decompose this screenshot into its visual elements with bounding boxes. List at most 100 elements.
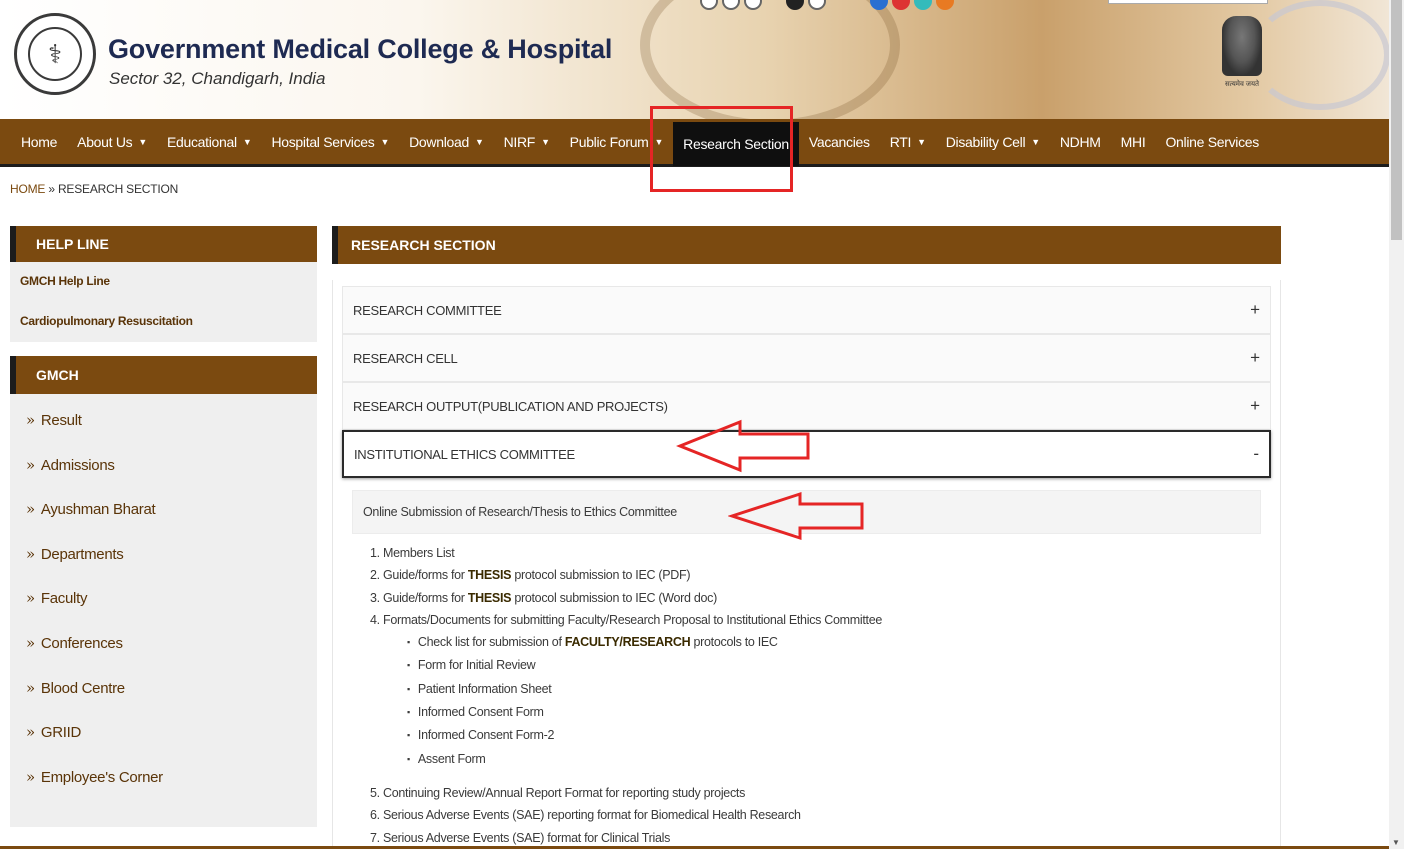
nav-item-label: RTI <box>889 133 912 150</box>
sidebar-item-ayushman-bharat[interactable]: » Ayushman Bharat <box>10 497 317 542</box>
theme-red-icon[interactable] <box>892 0 910 10</box>
sidebar-item-blood-centre[interactable]: » Blood Centre <box>10 676 317 721</box>
annotation-arrow-iec <box>676 419 810 473</box>
nav-item-hospital-services[interactable]: Hospital Services ▼ <box>261 118 399 166</box>
thesis-pdf-link[interactable]: 2. Guide/forms for THESIS protocol submi… <box>370 564 1271 586</box>
breadcrumb-separator: » <box>45 182 58 196</box>
nav-item-ndhm[interactable]: NDHM <box>1050 118 1111 166</box>
nav-item-label: Disability Cell <box>945 133 1026 150</box>
nav-item-rti[interactable]: RTI ▼ <box>880 118 936 166</box>
plus-icon[interactable]: + <box>1250 348 1260 368</box>
assent-form-link[interactable]: Assent Form <box>407 748 1271 771</box>
consent-form-2-link[interactable]: Informed Consent Form-2 <box>407 724 1271 747</box>
theme-teal-icon[interactable] <box>914 0 932 10</box>
caret-down-icon: ▼ <box>242 136 252 147</box>
plus-icon[interactable]: + <box>1250 300 1260 320</box>
chevron-right-icon: » <box>26 678 35 697</box>
plus-icon[interactable]: + <box>1250 396 1260 416</box>
site-title[interactable]: Government Medical College & Hospital <box>108 34 612 65</box>
patient-info-sheet-link[interactable]: Patient Information Sheet <box>407 678 1271 701</box>
font-size-increase-icon[interactable] <box>744 0 762 10</box>
nav-item-vacancies[interactable]: Vacancies <box>799 118 880 166</box>
helpline-link-gmch[interactable]: GMCH Help Line <box>20 274 307 288</box>
thesis-word-link[interactable]: 3. Guide/forms for THESIS protocol submi… <box>370 587 1271 609</box>
chevron-right-icon: » <box>26 633 35 652</box>
sidebar-item-label: Blood Centre <box>40 679 125 697</box>
nav-item-home[interactable]: Home <box>11 118 67 166</box>
search-input[interactable] <box>1108 0 1268 4</box>
link-text: protocol submission to IEC (PDF) <box>511 568 691 583</box>
theme-blue-icon[interactable] <box>870 0 888 10</box>
sidebar: HELP LINE GMCH Help Line Cardiopulmonary… <box>10 226 317 827</box>
nav-item-online-services[interactable]: Online Services <box>1155 118 1269 166</box>
helpline-link-cpr[interactable]: Cardiopulmonary Resuscitation <box>20 314 307 328</box>
scroll-down-icon[interactable]: ▼ <box>1392 838 1400 847</box>
contrast-light-icon[interactable] <box>808 0 826 10</box>
emblem-motto: सत्यमेव जयते <box>1224 81 1260 88</box>
font-size-reset-icon[interactable] <box>722 0 740 10</box>
caret-down-icon: ▼ <box>917 136 926 147</box>
breadcrumb: HOME » RESEARCH SECTION <box>10 182 178 196</box>
sidebar-item-griid[interactable]: » GRIID <box>10 720 317 765</box>
sidebar-item-label: Ayushman Bharat <box>40 501 156 519</box>
continuing-review-link[interactable]: 5. Continuing Review/Annual Report Forma… <box>370 782 1271 804</box>
sidebar-item-label: GRIID <box>40 724 82 742</box>
nav-item-nirf[interactable]: NIRF ▼ <box>494 118 560 166</box>
gmch-links: » Result » Admissions » Ayushman Bharat » De… <box>10 394 317 827</box>
caduceus-icon: ⚕ <box>28 27 82 81</box>
nav-item-educational[interactable]: Educational ▼ <box>157 118 261 166</box>
sae-biomedical-link[interactable]: 6. Serious Adverse Events (SAE) reportin… <box>370 804 1271 826</box>
site-header: ⚕ Government Medical College & Hospital … <box>0 0 1389 119</box>
iec-document-list: 1. Members List 2. Guide/forms for THESI… <box>342 542 1271 849</box>
nav-item-about-us[interactable]: About Us ▼ <box>67 118 157 166</box>
faculty-formats-list: Check list for submission of FACULTY/RES… <box>370 631 1271 771</box>
nav-item-label: Download <box>409 133 469 150</box>
nav-item-download[interactable]: Download ▼ <box>399 118 493 166</box>
stethoscope-decor <box>1250 0 1389 110</box>
link-text: protocol submission to IEC (Word doc) <box>511 590 717 605</box>
sidebar-item-employees-corner[interactable]: » Employee's Corner <box>10 765 317 810</box>
chevron-right-icon: » <box>26 767 35 786</box>
sidebar-item-label: Conferences <box>40 634 123 652</box>
scrollbar-thumb[interactable] <box>1391 0 1402 240</box>
faculty-formats-heading: 4. Formats/Documents for submitting Facu… <box>370 612 882 627</box>
theme-orange-icon[interactable] <box>936 0 954 10</box>
accordion-panel: RESEARCH COMMITTEE + RESEARCH CELL + RES… <box>332 280 1281 849</box>
initial-review-form-link[interactable]: Form for Initial Review <box>407 654 1271 677</box>
college-logo[interactable]: ⚕ <box>14 13 96 95</box>
accordion-research-cell[interactable]: RESEARCH CELL + <box>342 334 1271 382</box>
members-list-link[interactable]: 1. Members List <box>370 542 1271 564</box>
sidebar-item-faculty[interactable]: » Faculty <box>10 586 317 631</box>
checklist-link[interactable]: Check list for submission of FACULTY/RES… <box>407 631 1271 654</box>
nav-item-label: Educational <box>166 133 237 150</box>
nav-item-label: NDHM <box>1059 133 1101 150</box>
breadcrumb-current: RESEARCH SECTION <box>57 182 179 196</box>
sidebar-item-conferences[interactable]: » Conferences <box>10 631 317 676</box>
caret-down-icon: ▼ <box>138 136 147 147</box>
contrast-dark-icon[interactable] <box>786 0 804 10</box>
nav-item-disability-cell[interactable]: Disability Cell ▼ <box>936 118 1050 166</box>
link-text: 3. Guide/forms for <box>370 590 468 605</box>
sidebar-item-admissions[interactable]: » Admissions <box>10 453 317 498</box>
nav-item-mhi[interactable]: MHI <box>1111 118 1156 166</box>
nav-item-label: Home <box>21 133 58 150</box>
chevron-right-icon: » <box>26 589 35 608</box>
accessibility-toolbar <box>700 0 954 10</box>
accordion-label: RESEARCH COMMITTEE <box>353 302 502 318</box>
sidebar-item-label: Employee's Corner <box>40 768 163 786</box>
minus-icon[interactable]: - <box>1253 444 1259 464</box>
sidebar-item-departments[interactable]: » Departments <box>10 542 317 587</box>
nav-item-label: Vacancies <box>808 133 870 150</box>
accordion-research-committee[interactable]: RESEARCH COMMITTEE + <box>342 286 1271 334</box>
helpline-box: GMCH Help Line Cardiopulmonary Resuscita… <box>10 262 317 342</box>
breadcrumb-home[interactable]: HOME <box>10 182 45 196</box>
font-size-decrease-icon[interactable] <box>700 0 718 10</box>
sidebar-item-result[interactable]: » Result <box>10 408 317 453</box>
sidebar-item-label: Admissions <box>40 456 115 474</box>
chevron-right-icon: » <box>26 500 35 519</box>
nav-item-label: MHI <box>1120 133 1146 150</box>
link-text-bold: THESIS <box>467 568 512 583</box>
page-scrollbar[interactable]: ▼ <box>1389 0 1404 849</box>
consent-form-link[interactable]: Informed Consent Form <box>407 701 1271 724</box>
accordion-label: RESEARCH OUTPUT(PUBLICATION AND PROJECTS… <box>353 398 668 414</box>
